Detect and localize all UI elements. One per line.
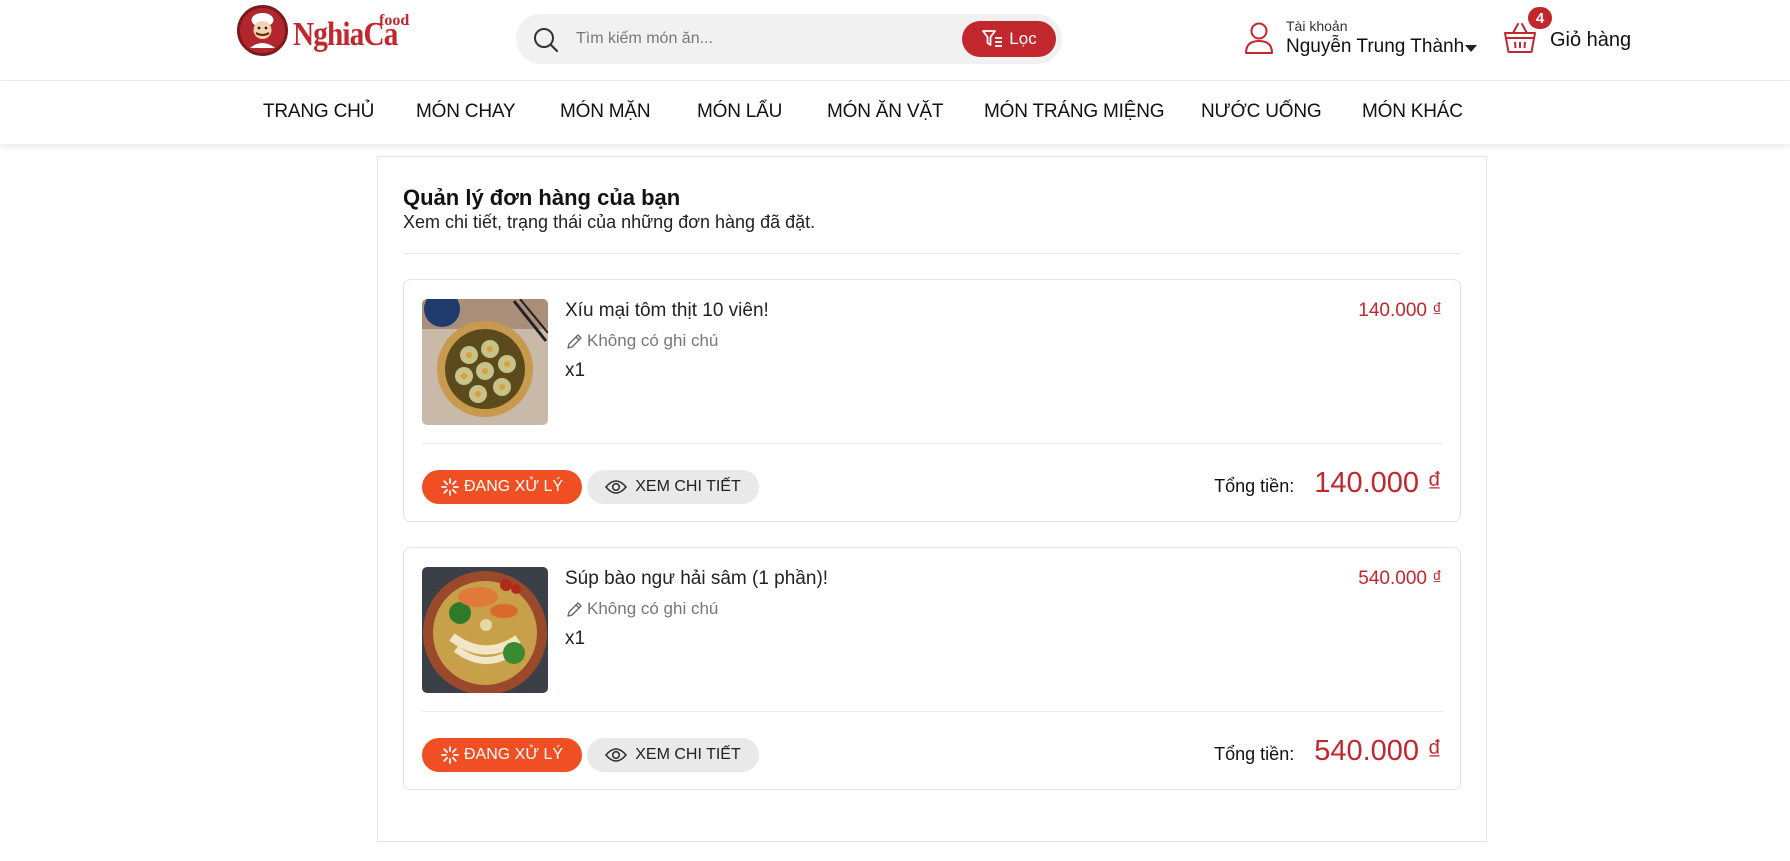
account-menu[interactable]: Tài khoản Nguyễn Trung Thành xyxy=(1243,18,1477,62)
nav-item-mon-trang-mieng[interactable]: MÓN TRÁNG MIỆNG xyxy=(984,101,1165,123)
cart-label: Giỏ hàng xyxy=(1550,29,1632,51)
cart-button[interactable]: 4 Giỏ hàng xyxy=(1503,5,1643,60)
loading-spinner-icon xyxy=(441,746,459,764)
cart-count-badge: 4 xyxy=(1526,5,1554,31)
chef-mascot-icon xyxy=(237,5,288,56)
nav-item-mon-khac[interactable]: MÓN KHÁC xyxy=(1362,101,1463,123)
order-status-label: ĐANG XỬ LÝ xyxy=(463,478,564,495)
order-total: Tổng tiền: 140.000 ₫ xyxy=(1214,467,1442,500)
divider xyxy=(422,443,1443,444)
dumpling-dish-photo xyxy=(422,299,548,425)
account-name: Nguyễn Trung Thành xyxy=(1286,36,1465,57)
main-nav: TRANG CHỦ MÓN CHAY MÓN MẶN MÓN LẨU MÓN Ă… xyxy=(0,81,1790,144)
order-total-label: Tổng tiền: xyxy=(1214,744,1295,764)
order-total: Tổng tiền: 540.000 ₫ xyxy=(1214,735,1442,768)
order-item-price: 540.000 ₫ xyxy=(1358,568,1442,589)
order-status-label: ĐANG XỬ LÝ xyxy=(463,746,564,763)
order-note-text: Không có ghi chú xyxy=(587,331,719,350)
order-total-value: 140.000 ₫ xyxy=(1314,467,1442,499)
order-item-price: 140.000 ₫ xyxy=(1358,300,1442,321)
order-quantity: x1 xyxy=(565,628,586,649)
divider xyxy=(422,711,1443,712)
nav-item-nuoc-uong[interactable]: NƯỚC UỐNG xyxy=(1201,101,1322,123)
pencil-icon xyxy=(567,333,582,349)
view-detail-label: XEM CHI TIẾT xyxy=(635,746,741,763)
order-card: Xíu mại tôm thịt 10 viên! Không có ghi c… xyxy=(403,279,1461,522)
orders-panel: Quản lý đơn hàng của bạn Xem chi tiết, t… xyxy=(377,156,1487,842)
filter-icon xyxy=(982,30,1003,47)
nav-item-mon-man[interactable]: MÓN MẶN xyxy=(560,101,651,123)
account-label: Tài khoản xyxy=(1286,18,1348,34)
view-detail-label: XEM CHI TIẾT xyxy=(635,478,741,495)
brand-suffix: food xyxy=(379,12,410,29)
order-status-button[interactable]: ĐANG XỬ LÝ xyxy=(422,738,582,772)
user-icon xyxy=(1245,22,1273,54)
order-quantity: x1 xyxy=(565,360,586,381)
order-note: Không có ghi chú xyxy=(565,599,718,619)
soup-bowl-photo xyxy=(422,567,548,693)
eye-icon xyxy=(605,748,628,762)
chevron-down-icon xyxy=(1465,45,1477,52)
order-total-value: 540.000 ₫ xyxy=(1314,735,1442,767)
order-note: Không có ghi chú xyxy=(565,331,718,351)
order-status-button[interactable]: ĐANG XỬ LÝ xyxy=(422,470,582,504)
nav-item-mon-lau[interactable]: MÓN LẨU xyxy=(697,101,782,123)
order-item-name: Xíu mại tôm thịt 10 viên! xyxy=(565,300,769,321)
order-card: Súp bào ngư hải sâm (1 phần)! Không có g… xyxy=(403,547,1461,790)
divider xyxy=(403,253,1461,254)
order-total-label: Tổng tiền: xyxy=(1214,476,1295,496)
pencil-icon xyxy=(567,601,582,617)
search-icon[interactable] xyxy=(532,26,560,54)
search-bar: Lọc xyxy=(516,14,1062,64)
view-detail-button[interactable]: XEM CHI TIẾT xyxy=(587,738,759,772)
nav-item-mon-an-vat[interactable]: MÓN ĂN VẶT xyxy=(827,101,943,123)
nav-item-trang-chu[interactable]: TRANG CHỦ xyxy=(263,101,374,123)
eye-icon xyxy=(605,480,628,494)
nav-item-mon-chay[interactable]: MÓN CHAY xyxy=(416,101,516,123)
view-detail-button[interactable]: XEM CHI TIẾT xyxy=(587,470,759,504)
order-item-name: Súp bào ngư hải sâm (1 phần)! xyxy=(565,568,829,589)
loading-spinner-icon xyxy=(441,478,459,496)
filter-label: Lọc xyxy=(1009,29,1037,48)
order-note-text: Không có ghi chú xyxy=(587,599,719,618)
site-header: NghiaCa food Lọc Tài khoản Nguyễn Trung … xyxy=(0,0,1790,81)
brand-logo[interactable]: NghiaCa food xyxy=(237,5,417,57)
page-title: Quản lý đơn hàng của bạn xyxy=(403,185,681,210)
page-subtitle: Xem chi tiết, trạng thái của những đơn h… xyxy=(403,212,816,232)
filter-button[interactable]: Lọc xyxy=(962,21,1056,57)
search-input[interactable] xyxy=(576,14,956,64)
